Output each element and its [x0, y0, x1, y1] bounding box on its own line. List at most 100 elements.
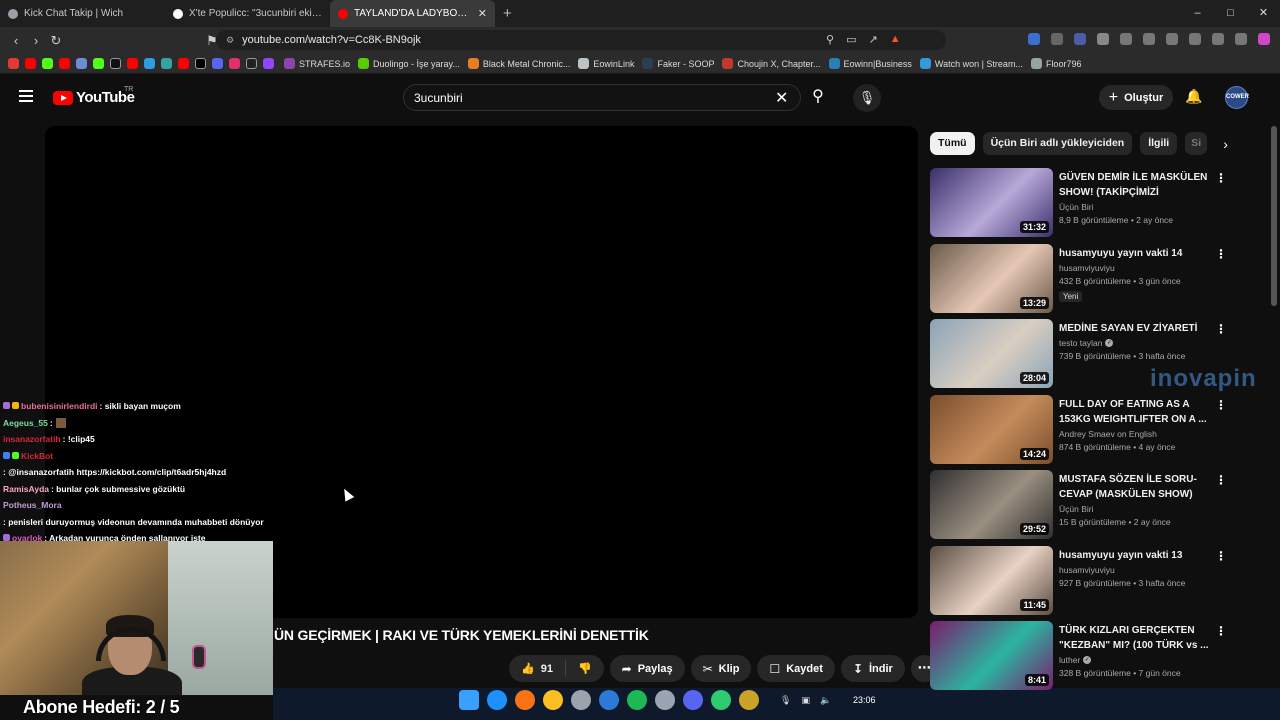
bookmark-favicon[interactable]	[42, 58, 53, 69]
clock[interactable]: 23:06	[853, 695, 876, 705]
minimize-icon[interactable]: –	[1181, 0, 1214, 27]
search-icon[interactable]: ⚲	[805, 86, 831, 108]
channel-name[interactable]: husamviyuviyu	[1059, 565, 1115, 575]
share-button[interactable]: ➦ Paylaş	[609, 655, 685, 682]
channel-name[interactable]: husamviyuviyu	[1059, 263, 1115, 273]
more-options-icon[interactable]: ⋮	[1215, 473, 1227, 487]
bookmark-favicon[interactable]	[178, 58, 189, 69]
download-button[interactable]: ↧ İndir	[840, 655, 905, 682]
video-thumbnail[interactable]: 8:41	[930, 621, 1053, 690]
taskbar-app-icon[interactable]	[599, 690, 619, 710]
dislike-button[interactable]: 👎	[566, 655, 604, 682]
share-icon[interactable]: ↗	[868, 33, 877, 46]
clear-search-icon[interactable]: ✕	[775, 88, 788, 108]
maximize-icon[interactable]: □	[1214, 0, 1247, 27]
taskbar-app-icon[interactable]	[739, 690, 759, 710]
microphone-icon[interactable]: 🎙	[853, 84, 881, 112]
more-options-icon[interactable]: ⋮	[1215, 171, 1227, 185]
new-tab-button[interactable]: +	[503, 5, 512, 22]
taskbar-app-icon[interactable]	[627, 690, 647, 710]
channel-name[interactable]: Andrey Smaev on English	[1059, 429, 1157, 439]
extension-icon[interactable]	[1074, 33, 1086, 45]
video-title-link[interactable]: husamyuyu yayın vakti 14	[1059, 246, 1209, 261]
bookmark-item[interactable]: Choujin X, Chapter...	[722, 58, 821, 69]
filter-chip[interactable]: Si	[1185, 132, 1208, 155]
bookmark-item[interactable]: Floor796	[1030, 58, 1081, 69]
video-title-link[interactable]: FULL DAY OF EATING AS A 153KG WEIGHTLIFT…	[1059, 397, 1209, 427]
close-tab-icon[interactable]: ✕	[478, 7, 487, 20]
recommended-video[interactable]: 13:29 husamyuyu yayın vakti 14 husamviyuvi…	[930, 243, 1228, 320]
video-thumbnail[interactable]: 14:24	[930, 394, 1053, 464]
sidebar-icon[interactable]	[1166, 33, 1178, 45]
bookmark-item[interactable]: Watch won | Stream...	[919, 58, 1023, 69]
video-thumbnail[interactable]: 13:29	[930, 243, 1053, 313]
video-thumbnail[interactable]: 29:52	[930, 470, 1053, 539]
video-title-link[interactable]: GÜVEN DEMİR İLE MASKÜLEN SHOW! (TAKİPÇİM…	[1059, 170, 1209, 200]
vpn-icon[interactable]	[1235, 33, 1247, 45]
channel-name[interactable]: Üçün Biri	[1059, 202, 1093, 212]
recommended-video[interactable]: 14:24 FULL DAY OF EATING AS A 153KG WEIGH…	[930, 394, 1228, 471]
notifications-bell-icon[interactable]: 🔔	[1185, 88, 1202, 105]
wallet-icon[interactable]	[1189, 33, 1201, 45]
page-scrollbar[interactable]	[1271, 126, 1277, 306]
forward-icon[interactable]: ›	[26, 33, 46, 48]
video-title-link[interactable]: MUSTAFA SÖZEN İLE SORU-CEVAP (MASKÜLEN S…	[1059, 472, 1209, 502]
video-title-link[interactable]: MEDİNE SAYAN EV ZİYARETİ	[1059, 321, 1209, 336]
taskbar-app-icon[interactable]	[711, 690, 731, 710]
like-button[interactable]: 👍 91	[509, 655, 565, 682]
taskbar-app-icon[interactable]	[571, 690, 591, 710]
menu-icon[interactable]	[19, 90, 33, 102]
video-title-link[interactable]: TÜRK KIZLARI GERÇEKTEN "KEZBAN" MI? (100…	[1059, 623, 1209, 653]
video-thumbnail[interactable]: 28:04	[930, 319, 1053, 388]
bookmark-item[interactable]: Black Metal Chronic...	[467, 58, 570, 69]
youtube-logo[interactable]: YouTube	[53, 89, 135, 106]
more-options-icon[interactable]: ⋮	[1215, 549, 1227, 563]
brave-shield-icon[interactable]: ▲	[890, 33, 901, 46]
recommended-video[interactable]: 31:32 GÜVEN DEMİR İLE MASKÜLEN SHOW! (TAK…	[930, 168, 1228, 244]
more-options-icon[interactable]: ⋮	[1215, 247, 1227, 261]
back-icon[interactable]: ‹	[6, 33, 26, 48]
clip-button[interactable]: ✂ Klip	[690, 655, 752, 682]
channel-name[interactable]: testo taylan	[1059, 338, 1102, 348]
puzzle-icon[interactable]	[1097, 33, 1109, 45]
bookmark-item[interactable]: Duolingo - İşe yaray...	[358, 58, 460, 69]
search-input[interactable]: 3ucunbiri	[403, 84, 801, 111]
extension-icon[interactable]	[1051, 33, 1063, 45]
leo-icon[interactable]	[1212, 33, 1224, 45]
taskbar-app-icon[interactable]	[487, 690, 507, 710]
chevron-right-icon[interactable]: ›	[1223, 136, 1228, 152]
channel-name[interactable]: luther	[1059, 655, 1080, 665]
browser-tab[interactable]: X'te Populicc: "3ucunbiri ekibi, cücele	[165, 0, 330, 27]
bookmark-favicon[interactable]	[161, 58, 172, 69]
more-options-icon[interactable]: ⋮	[1215, 322, 1227, 336]
filter-chip[interactable]: İlgili	[1140, 132, 1178, 155]
close-window-icon[interactable]: ✕	[1247, 0, 1280, 27]
profile-icon[interactable]	[1258, 33, 1270, 45]
channel-name[interactable]: Üçün Biri	[1059, 504, 1093, 514]
taskbar-app-icon[interactable]	[655, 690, 675, 710]
reload-icon[interactable]: ↻	[46, 33, 66, 49]
bookmark-favicon[interactable]	[127, 58, 138, 69]
video-title-link[interactable]: husamyuyu yayın vakti 13	[1059, 548, 1209, 563]
site-info-icon[interactable]: ⚙	[226, 35, 234, 46]
bookmark-item[interactable]: STRAFES.io	[284, 58, 350, 69]
bookmark-favicon[interactable]	[8, 58, 19, 69]
more-options-icon[interactable]: ⋮	[1215, 624, 1227, 638]
create-button[interactable]: + Oluştur	[1099, 85, 1173, 110]
bookmark-favicon[interactable]	[144, 58, 155, 69]
bookmark-item[interactable]: Eowinn|Business	[828, 58, 912, 69]
video-thumbnail[interactable]: 31:32	[930, 168, 1053, 237]
recommended-video[interactable]: 11:45 husamyuyu yayın vakti 13 husamviyuvi…	[930, 545, 1228, 622]
taskbar-app-icon[interactable]	[515, 690, 535, 710]
bookmark-favicon[interactable]	[76, 58, 87, 69]
bookmark-favicon[interactable]	[93, 58, 104, 69]
bookmark-favicon[interactable]	[110, 58, 121, 69]
bookmark-favicon[interactable]	[229, 58, 240, 69]
filter-chip[interactable]: Üçün Biri adlı yükleyiciden	[982, 132, 1133, 155]
microphone-tray-icon[interactable]: 🎙	[780, 695, 791, 706]
recommended-video[interactable]: 8:41 TÜRK KIZLARI GERÇEKTEN "KEZBAN" MI? …	[930, 621, 1228, 697]
recommended-video[interactable]: 29:52 MUSTAFA SÖZEN İLE SORU-CEVAP (MASKÜ…	[930, 470, 1228, 546]
bookmark-favicon[interactable]	[195, 58, 206, 69]
bookmark-favicon[interactable]	[246, 58, 257, 69]
zoom-icon[interactable]: ⚲	[826, 33, 834, 46]
